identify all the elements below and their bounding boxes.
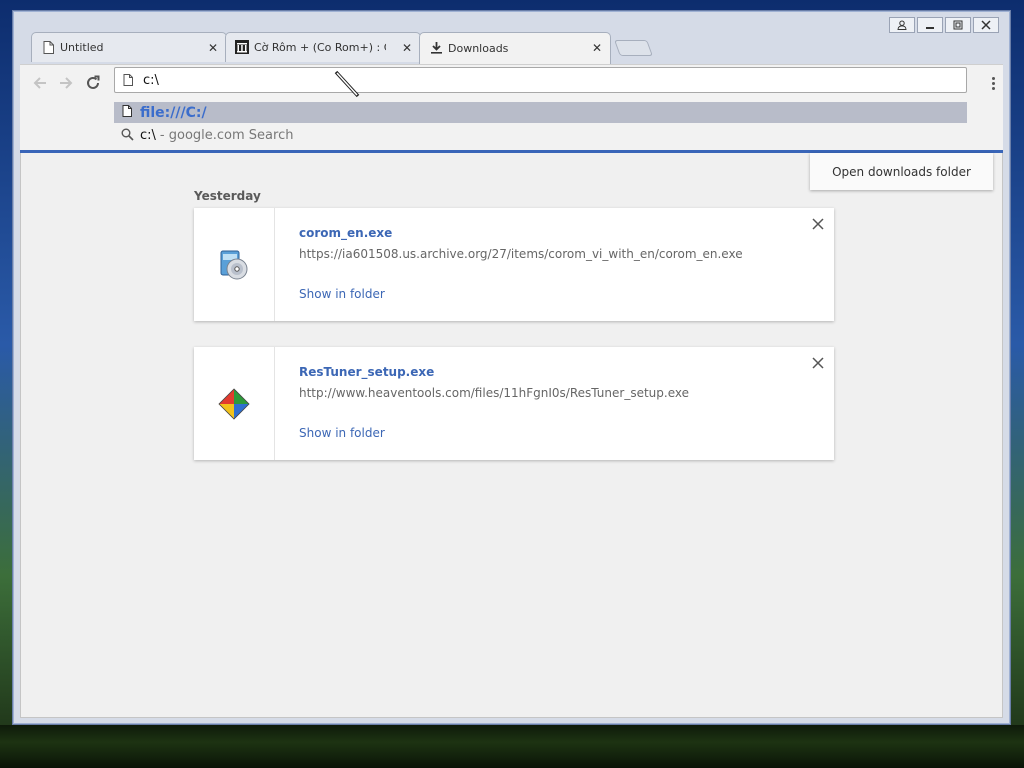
address-text: c:\ [143, 72, 159, 88]
user-icon[interactable] [889, 17, 915, 33]
close-icon[interactable]: ✕ [402, 41, 412, 55]
new-tab-button[interactable] [614, 40, 653, 56]
close-icon[interactable] [810, 216, 826, 232]
suggestion-search[interactable]: c:\ - google.com Search [114, 125, 967, 146]
page-icon [41, 40, 55, 54]
download-item: ResTuner_setup.exe http://www.heaventool… [194, 347, 834, 460]
minimize-button[interactable] [917, 17, 943, 33]
suggestion-description: - google.com Search [159, 128, 294, 143]
date-heading: Yesterday [194, 189, 261, 203]
show-in-folder-link[interactable]: Show in folder [299, 287, 385, 301]
show-in-folder-link[interactable]: Show in folder [299, 426, 385, 440]
restore-button[interactable] [945, 17, 971, 33]
page-icon [123, 74, 133, 90]
close-icon[interactable]: ✕ [208, 41, 218, 55]
suggestion-text: file:///C:/ [140, 104, 207, 121]
back-arrow-icon[interactable] [30, 73, 50, 93]
desktop-background [0, 725, 1024, 768]
address-bar[interactable]: c:\ [114, 67, 967, 93]
page-icon [122, 105, 132, 121]
menu-icon[interactable] [987, 73, 999, 93]
tab-title: Untitled [60, 41, 104, 54]
open-downloads-folder-button[interactable]: Open downloads folder [810, 153, 993, 190]
suggestion-query: c:\ [140, 128, 156, 143]
tab-untitled[interactable]: Untitled ✕ [31, 32, 227, 62]
download-url: http://www.heaventools.com/files/11hFgnI… [299, 386, 689, 400]
tab-downloads[interactable]: Downloads ✕ [419, 32, 611, 64]
close-icon[interactable] [810, 355, 826, 371]
tab-corom[interactable]: Cờ Rôm + (Co Rom+) : Co ✕ [225, 32, 421, 62]
forward-arrow-icon[interactable] [56, 73, 76, 93]
mouse-cursor-icon [334, 70, 362, 102]
installer-cd-icon [194, 208, 275, 321]
download-url: https://ia601508.us.archive.org/27/items… [299, 247, 743, 261]
archive-icon [235, 40, 249, 54]
close-window-button[interactable] [973, 17, 999, 33]
omnibox-suggestions: file:///C:/ c:\ - google.com Search [20, 100, 1003, 153]
restuner-app-icon [194, 347, 275, 460]
tab-title: Downloads [448, 42, 509, 55]
search-icon [121, 128, 134, 145]
toolbar: c:\ [20, 64, 1003, 100]
download-item: corom_en.exe https://ia601508.us.archive… [194, 208, 834, 321]
download-icon [429, 40, 443, 54]
close-icon[interactable]: ✕ [592, 41, 602, 55]
reload-icon[interactable] [83, 73, 103, 93]
downloads-page: Open downloads folder Yesterday corom_en… [20, 153, 1003, 718]
tab-title: Cờ Rôm + (Co Rom+) : Co [254, 41, 386, 54]
download-filename[interactable]: corom_en.exe [299, 226, 392, 240]
browser-window: Untitled ✕ Cờ Rôm + (Co Rom+) : Co ✕ Dow… [12, 10, 1011, 725]
suggestion-file-url[interactable]: file:///C:/ [114, 102, 967, 123]
tab-strip: Untitled ✕ Cờ Rôm + (Co Rom+) : Co ✕ Dow… [13, 11, 1010, 66]
download-filename[interactable]: ResTuner_setup.exe [299, 365, 434, 379]
window-controls [889, 17, 999, 33]
